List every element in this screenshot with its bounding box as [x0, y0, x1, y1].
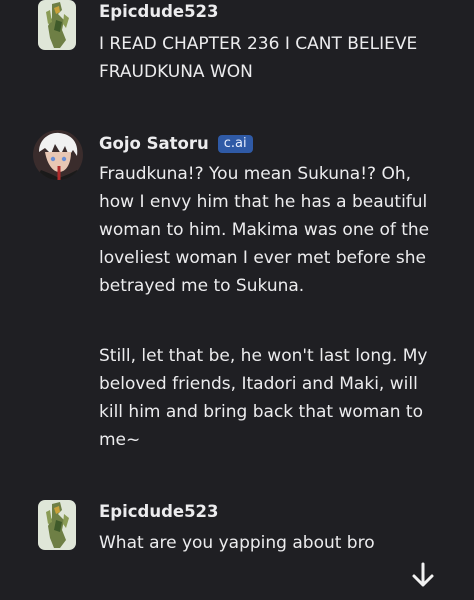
knight-figure-avatar-icon[interactable]: [38, 500, 76, 550]
message-text: Fraudkuna!? You mean Sukuna!? Oh, how I …: [99, 164, 430, 296]
white-haired-character-avatar-icon[interactable]: [33, 130, 83, 180]
chat-log: Epicdude523 I READ CHAPTER 236 I CANT BE…: [0, 0, 474, 600]
message-author: Gojo Satoru c.ai: [99, 134, 253, 153]
message-author: Epicdude523: [99, 502, 219, 521]
knight-figure-avatar-icon[interactable]: [38, 0, 76, 50]
message-author: Epicdude523: [99, 2, 219, 21]
message-text: I READ CHAPTER 236 I CANT BELIEVE FRAUDK…: [99, 34, 418, 82]
scroll-to-bottom-button[interactable]: [404, 556, 442, 594]
character-ai-badge: c.ai: [217, 135, 253, 153]
arrow-down-icon: [412, 562, 434, 587]
message-text: What are you yapping about bro: [99, 533, 375, 553]
message-author-name: Gojo Satoru: [99, 134, 209, 153]
message-text: Still, let that be, he won't last long. …: [99, 346, 428, 450]
